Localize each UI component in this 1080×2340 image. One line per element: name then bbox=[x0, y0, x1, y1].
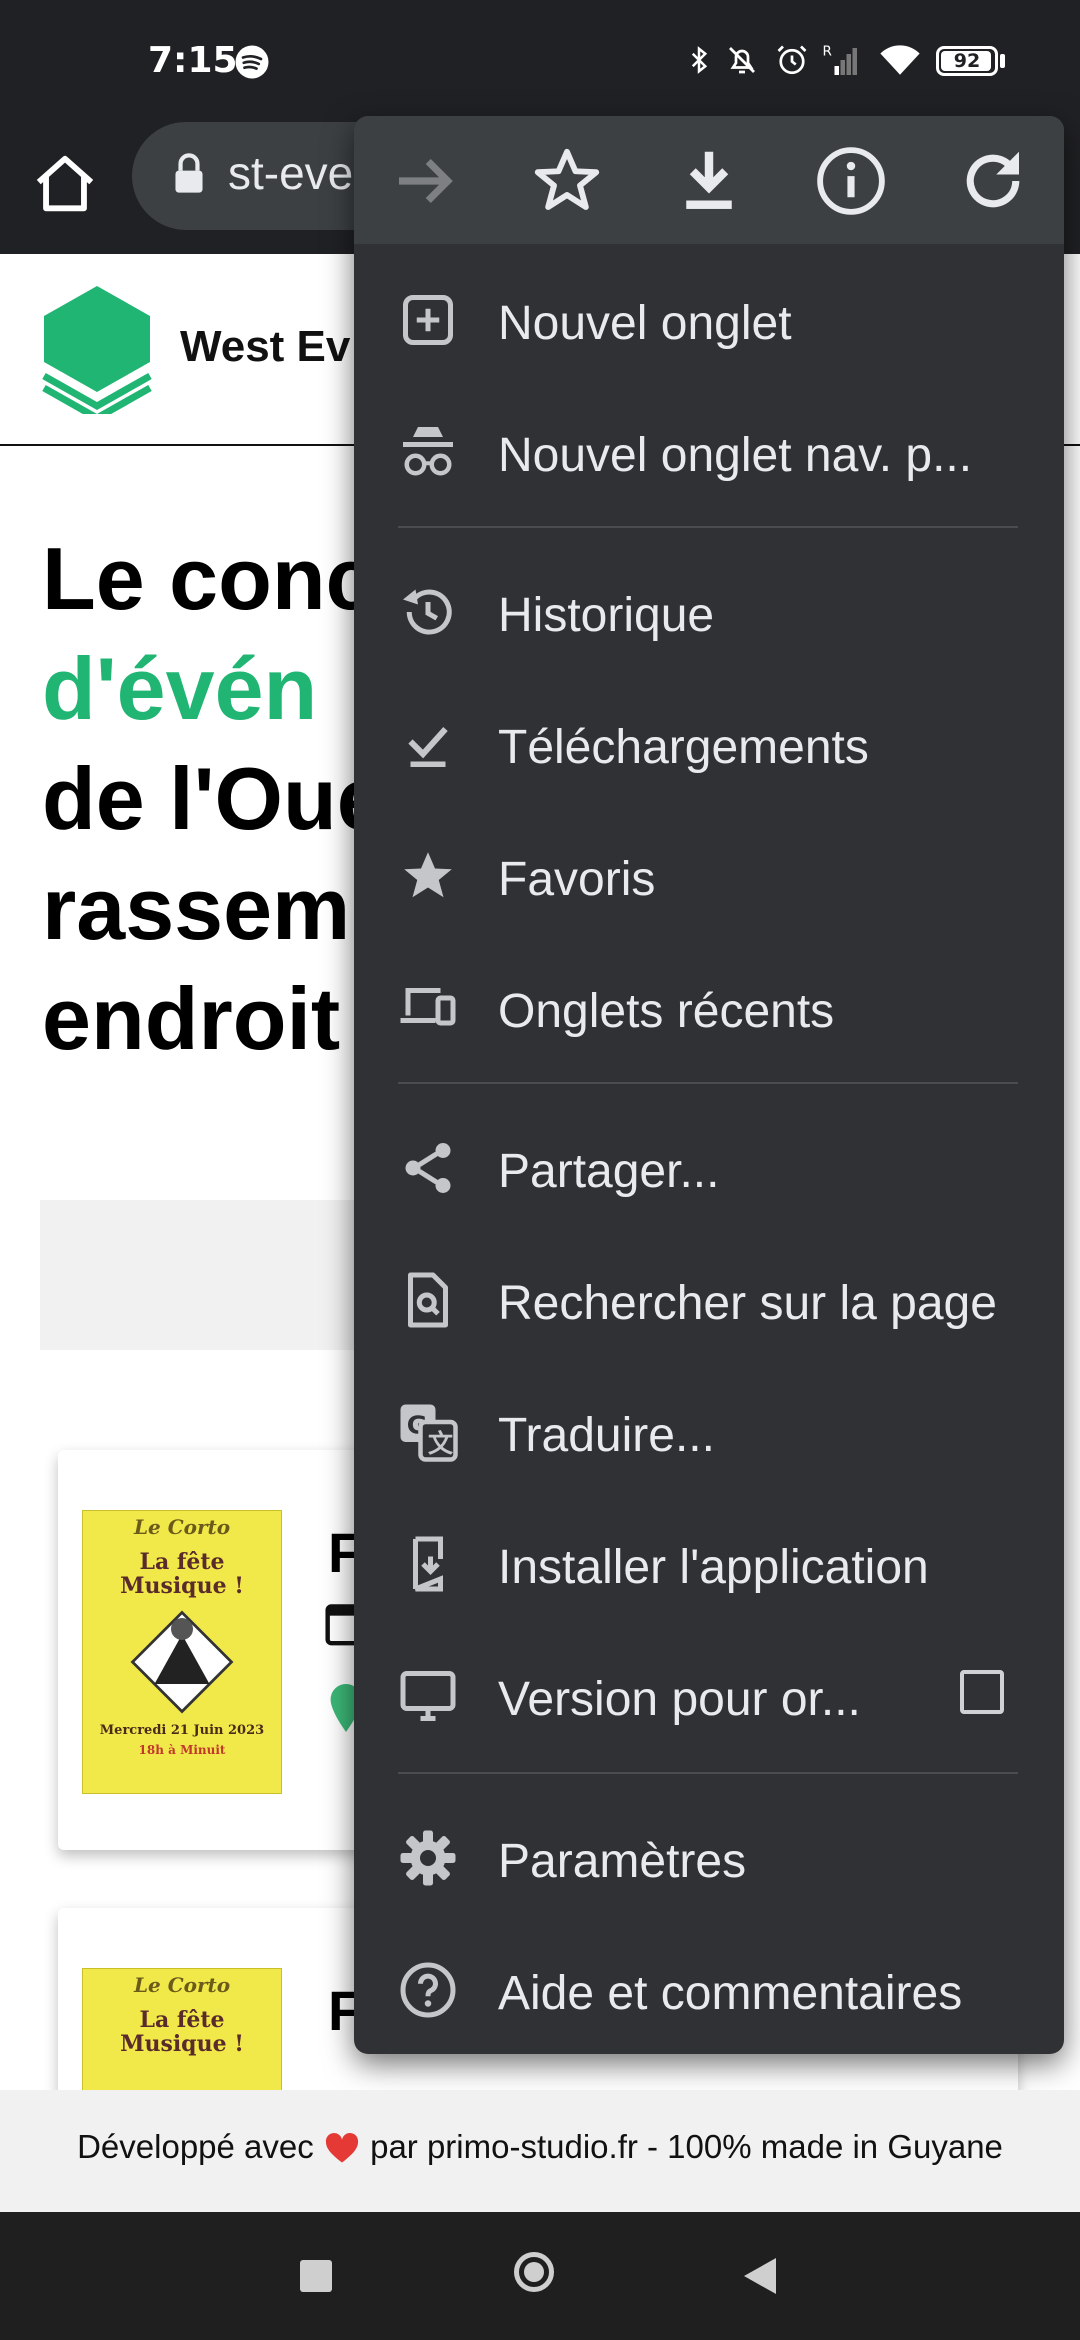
refresh-icon[interactable] bbox=[954, 142, 1032, 220]
desktop-icon bbox=[400, 1671, 456, 1721]
menu-item-bookmarks[interactable]: Favoris bbox=[354, 812, 1064, 940]
menu-item-label: Rechercher sur la page bbox=[498, 1277, 997, 1330]
menu-item-new-tab[interactable]: Nouvel onglet bbox=[354, 256, 1064, 384]
battery-level: 92 bbox=[953, 50, 981, 72]
site-logo[interactable] bbox=[40, 284, 154, 414]
svg-text:R: R bbox=[823, 44, 832, 60]
back-button[interactable] bbox=[742, 2256, 778, 2296]
signal-icon: R bbox=[823, 44, 857, 75]
alarm-icon bbox=[777, 45, 807, 75]
incognito-icon bbox=[403, 427, 453, 476]
battery-tip bbox=[1000, 54, 1005, 68]
overflow-menu: Nouvel onglet Nouvel onglet nav. p... Hi… bbox=[354, 116, 1064, 2054]
menu-item-share[interactable]: Partager... bbox=[354, 1104, 1064, 1232]
poster-title-2: Musique ! bbox=[120, 2031, 244, 2057]
site-title[interactable]: West Ev bbox=[180, 322, 350, 372]
devices-icon bbox=[400, 988, 456, 1026]
menu-item-downloads[interactable]: Téléchargements bbox=[354, 680, 1064, 808]
url-text: st-eve bbox=[228, 147, 354, 199]
poster-emblem bbox=[130, 1610, 234, 1714]
battery-icon: 92 bbox=[936, 46, 998, 76]
download-icon[interactable] bbox=[670, 142, 748, 220]
bluetooth-icon bbox=[691, 46, 708, 74]
menu-divider bbox=[398, 1082, 1018, 1084]
bookmark-star-icon[interactable] bbox=[528, 142, 606, 220]
downloads-icon bbox=[408, 726, 448, 767]
poster-brand: Le Corto bbox=[133, 1515, 231, 1539]
recents-button[interactable] bbox=[300, 2260, 332, 2292]
settings-icon bbox=[400, 1830, 456, 1886]
menu-item-settings[interactable]: Paramètres bbox=[354, 1794, 1064, 1922]
bell-off-icon bbox=[729, 47, 755, 74]
menu-item-translate[interactable]: G 文 Traduire... bbox=[354, 1368, 1064, 1496]
footer-link-text[interactable]: par primo-studio.fr - 100% made in Guyan… bbox=[370, 2128, 1003, 2165]
new-tab-icon bbox=[403, 295, 453, 345]
menu-item-label: Téléchargements bbox=[498, 721, 869, 774]
hero-line-1: Le conc bbox=[42, 529, 375, 628]
menu-action-row bbox=[354, 116, 1064, 244]
site-footer: Développé avec par primo-studio.fr - 100… bbox=[0, 2090, 1080, 2212]
translate-icon: G 文 bbox=[400, 1404, 458, 1462]
home-icon[interactable] bbox=[30, 150, 100, 220]
svg-text:文: 文 bbox=[428, 1429, 454, 1458]
hero-line-4: rassem bbox=[42, 859, 351, 958]
status-time: 7:15 bbox=[148, 40, 238, 81]
desktop-site-checkbox[interactable] bbox=[960, 1670, 1004, 1714]
menu-item-help[interactable]: Aide et commentaires bbox=[354, 1926, 1064, 2054]
spotify-icon bbox=[235, 45, 269, 79]
menu-item-find-in-page[interactable]: Rechercher sur la page bbox=[354, 1236, 1064, 1364]
star-icon bbox=[404, 852, 452, 898]
install-app-icon bbox=[413, 1536, 443, 1592]
lock-icon bbox=[175, 153, 203, 193]
status-bar: 7:15 R 92 bbox=[0, 0, 1080, 128]
history-icon bbox=[403, 589, 452, 635]
menu-item-desktop-site[interactable]: Version pour or... bbox=[354, 1632, 1064, 1760]
share-icon bbox=[405, 1143, 451, 1193]
menu-item-incognito[interactable]: Nouvel onglet nav. p... bbox=[354, 388, 1064, 516]
wifi-icon bbox=[880, 45, 920, 75]
poster-title-1: La fête bbox=[139, 2007, 225, 2033]
hero-line-2: d'évén bbox=[42, 639, 318, 738]
footer-text: Développé avec par primo-studio.fr - 100… bbox=[0, 2128, 1080, 2166]
menu-item-label: Installer l'application bbox=[498, 1541, 929, 1594]
menu-item-install-app[interactable]: Installer l'application bbox=[354, 1500, 1064, 1628]
menu-item-label: Version pour or... bbox=[498, 1673, 861, 1726]
menu-item-label: Partager... bbox=[498, 1145, 720, 1198]
menu-item-label: Nouvel onglet nav. p... bbox=[498, 429, 973, 482]
poster-title-1: La fête bbox=[139, 1549, 225, 1575]
help-icon bbox=[400, 1962, 456, 2018]
menu-item-label: Traduire... bbox=[498, 1409, 715, 1462]
forward-icon[interactable] bbox=[386, 142, 464, 220]
menu-divider bbox=[398, 1772, 1018, 1774]
menu-divider bbox=[398, 526, 1018, 528]
find-in-page-icon bbox=[408, 1272, 448, 1328]
menu-item-label: Favoris bbox=[498, 853, 656, 906]
poster-hours: 18h à Minuit bbox=[138, 1743, 226, 1757]
menu-item-recent-tabs[interactable]: Onglets récents bbox=[354, 944, 1064, 1072]
menu-item-label: Paramètres bbox=[498, 1835, 747, 1888]
menu-item-history[interactable]: Historique bbox=[354, 548, 1064, 676]
poster-brand: Le Corto bbox=[133, 1973, 231, 1997]
system-nav-bar bbox=[0, 2212, 1080, 2340]
hero-heading: Le conc d'évén de l'Oue rassem endroit bbox=[42, 524, 386, 1074]
poster-date: Mercredi 21 Juin 2023 bbox=[99, 1723, 265, 1738]
footer-text-start: Développé avec bbox=[77, 2128, 314, 2165]
menu-item-label: Aide et commentaires bbox=[498, 1967, 963, 2020]
menu-item-label: Nouvel onglet bbox=[498, 297, 792, 350]
hero-line-5: endroit bbox=[42, 969, 341, 1068]
event-poster[interactable]: Le Corto La fête Musique ! Mercredi 21 J… bbox=[82, 1510, 282, 1794]
menu-item-label: Onglets récents bbox=[498, 985, 835, 1038]
info-icon[interactable] bbox=[812, 142, 890, 220]
menu-item-label: Historique bbox=[498, 589, 715, 642]
event-poster[interactable]: Le Corto La fête Musique ! bbox=[82, 1968, 282, 2090]
poster-title-2: Musique ! bbox=[120, 1573, 244, 1599]
heart-icon bbox=[325, 2133, 358, 2163]
hero-line-3: de l'Oue bbox=[42, 749, 386, 848]
home-button[interactable] bbox=[514, 2252, 554, 2292]
